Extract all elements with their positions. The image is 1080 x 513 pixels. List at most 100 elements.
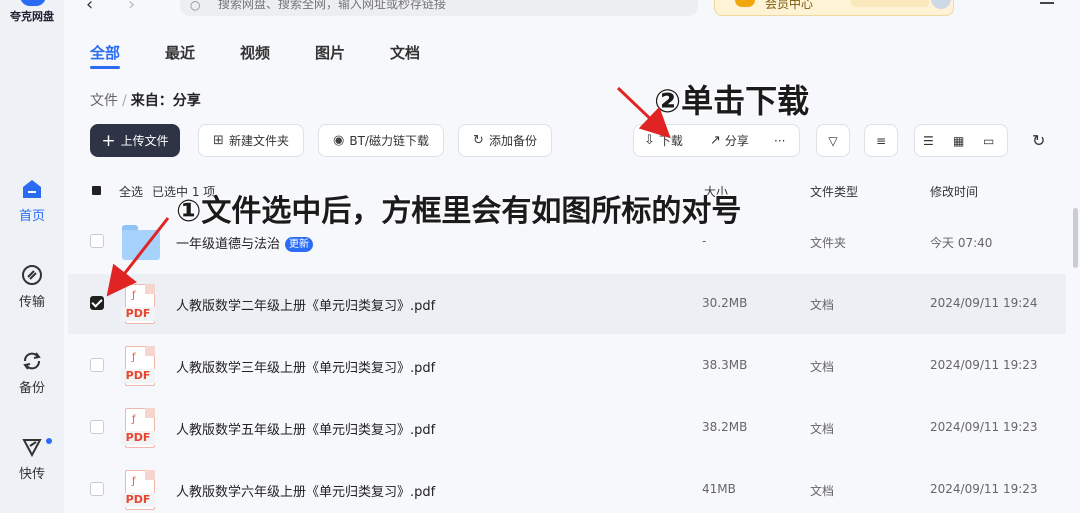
sort-button[interactable]: ≡ [864, 124, 898, 157]
new-folder-button[interactable]: ⊞ 新建文件夹 [198, 124, 304, 157]
view-mode-group: ☰ ▦ ▭ [914, 124, 1008, 157]
sidebar-item-backup[interactable]: 备份 [0, 350, 64, 410]
brand-name: 夸克网盘 [10, 10, 54, 23]
brand: 夸克网盘 [0, 0, 64, 26]
add-backup-label: 添加备份 [488, 134, 537, 148]
member-center-pill[interactable]: 会员中心 [714, 0, 954, 16]
selection-actions-group: ⇩ 下载 ↗ 分享 ··· [633, 124, 800, 157]
upload-label: 上传文件 [120, 134, 169, 148]
file-name[interactable]: 人教版数学五年级上册《单元归类复习》.pdf [176, 419, 435, 438]
share-button[interactable]: ↗ 分享 [710, 125, 749, 156]
search-icon: ○ [190, 0, 201, 12]
more-button[interactable]: ··· [774, 125, 785, 156]
list-view-icon: ☰ [923, 133, 934, 148]
tab-image[interactable]: 图片 [315, 42, 345, 63]
table-row[interactable]: ƒ PDF 人教版数学五年级上册《单元归类复习》.pdf 38.2MB 文档 2… [68, 398, 1066, 458]
acrobat-icon: ƒ [132, 290, 136, 301]
upload-button[interactable]: + 上传文件 [90, 124, 180, 157]
search-input[interactable] [218, 0, 678, 12]
select-all-checkbox[interactable] [92, 186, 101, 195]
breadcrumb-root[interactable]: 文件 [90, 93, 118, 109]
pdf-label: PDF [121, 307, 155, 321]
backup-icon [23, 352, 41, 370]
pdf-file-icon: ƒ PDF [120, 346, 158, 386]
filter-button[interactable]: ▽ [816, 124, 850, 157]
file-type: 文档 [810, 422, 835, 436]
main-content: ‹ › ○ 会员中心 全部 最近 视频 图片 文档 文件/来自：分享 + 上传文… [64, 0, 1080, 513]
sidebar-item-label: 备份 [18, 381, 45, 396]
sidebar-item-label: 首页 [18, 209, 45, 224]
back-arrow-icon[interactable]: ‹ [86, 0, 93, 15]
pdf-fold [145, 408, 155, 418]
window-minimize-icon[interactable] [1040, 2, 1054, 4]
row-checkbox[interactable] [90, 358, 104, 372]
grid-view-icon: ▦ [953, 133, 965, 148]
file-modified: 2024/09/11 19:23 [930, 358, 1038, 372]
sidebar-item-label: 快传 [18, 467, 45, 482]
file-modified: 2024/09/11 19:24 [930, 296, 1038, 310]
table-row-selected[interactable]: ƒ PDF 人教版数学二年级上册《单元归类复习》.pdf 30.2MB 文档 2… [68, 274, 1066, 334]
file-type: 文件夹 [810, 236, 847, 250]
annotation-step-select: ①文件选中后，方框里会有如图所标的对号 [176, 194, 742, 229]
home-icon [23, 180, 41, 198]
acrobat-icon: ƒ [132, 476, 136, 487]
new-folder-label: 新建文件夹 [228, 134, 289, 148]
row-checkbox[interactable] [90, 234, 104, 248]
file-name[interactable]: 一年级道德与法治 更新 [176, 233, 314, 252]
row-checkbox[interactable] [90, 420, 104, 434]
tab-document[interactable]: 文档 [390, 42, 420, 63]
grid-view-button[interactable]: ▦ [953, 125, 964, 156]
pdf-label: PDF [121, 431, 155, 445]
table-row[interactable]: ƒ PDF 人教版数学三年级上册《单元归类复习》.pdf 38.3MB 文档 2… [68, 336, 1066, 396]
add-backup-button[interactable]: ↻ 添加备份 [458, 124, 552, 157]
brand-logo-icon [20, 0, 46, 6]
folder-icon [120, 222, 160, 262]
row-checkbox-checked[interactable] [90, 296, 104, 310]
member-center-label: 会员中心 [765, 0, 814, 11]
file-type: 文档 [810, 298, 835, 312]
pdf-fold [145, 284, 155, 294]
breadcrumb-current: 来自：分享 [130, 93, 201, 109]
file-type: 文档 [810, 360, 835, 374]
pdf-file-icon: ƒ PDF [120, 470, 158, 510]
forward-arrow-icon[interactable]: › [128, 0, 135, 15]
share-icon: ↗ [710, 133, 721, 148]
toolbar: + 上传文件 ⊞ 新建文件夹 ◉ BT/磁力链下载 ↻ 添加备份 ⇩ 下载 ↗ … [64, 124, 1080, 158]
row-checkbox[interactable] [90, 482, 104, 496]
file-size: - [702, 234, 707, 248]
download-button[interactable]: ⇩ 下载 [644, 125, 683, 156]
filter-icon: ▽ [828, 133, 838, 148]
file-modified: 2024/09/11 19:23 [930, 420, 1038, 434]
tab-recent[interactable]: 最近 [165, 42, 195, 63]
top-bar: ‹ › ○ 会员中心 [64, 0, 1080, 22]
sort-icon: ≡ [875, 133, 887, 148]
table-row[interactable]: ƒ PDF 人教版数学六年级上册《单元归类复习》.pdf 41MB 文档 202… [68, 460, 1066, 513]
new-folder-icon: ⊞ [213, 133, 224, 148]
download-icon: ⇩ [644, 133, 655, 148]
scrollbar[interactable] [1073, 208, 1078, 268]
search-box[interactable]: ○ [180, 0, 698, 16]
sidebar-item-quick-transfer[interactable]: 快传 [0, 436, 64, 496]
bt-download-button[interactable]: ◉ BT/磁力链下载 [318, 124, 444, 157]
file-name[interactable]: 人教版数学六年级上册《单元归类复习》.pdf [176, 481, 435, 500]
refresh-button[interactable]: ↻ [1032, 125, 1045, 156]
avatar[interactable] [931, 0, 951, 9]
list-view-button[interactable]: ☰ [923, 125, 934, 156]
select-all-label[interactable]: 全选 [119, 183, 143, 200]
member-promo[interactable] [851, 0, 929, 7]
preview-view-button[interactable]: ▭ [983, 125, 994, 156]
tab-video[interactable]: 视频 [240, 42, 270, 63]
column-modified[interactable]: 修改时间 [930, 183, 978, 200]
update-badge: 更新 [285, 237, 314, 252]
active-tab-indicator [90, 66, 120, 69]
pdf-label: PDF [121, 493, 155, 507]
file-name[interactable]: 人教版数学二年级上册《单元归类复习》.pdf [176, 295, 435, 314]
sidebar-item-transfer[interactable]: 传输 [0, 264, 64, 324]
tab-all[interactable]: 全部 [90, 42, 120, 63]
file-size: 41MB [702, 482, 736, 496]
file-name[interactable]: 人教版数学三年级上册《单元归类复习》.pdf [176, 357, 435, 376]
column-type[interactable]: 文件类型 [810, 183, 858, 200]
sidebar-item-home[interactable]: 首页 [0, 178, 64, 238]
share-label: 分享 [724, 134, 749, 148]
acrobat-icon: ƒ [132, 352, 136, 363]
